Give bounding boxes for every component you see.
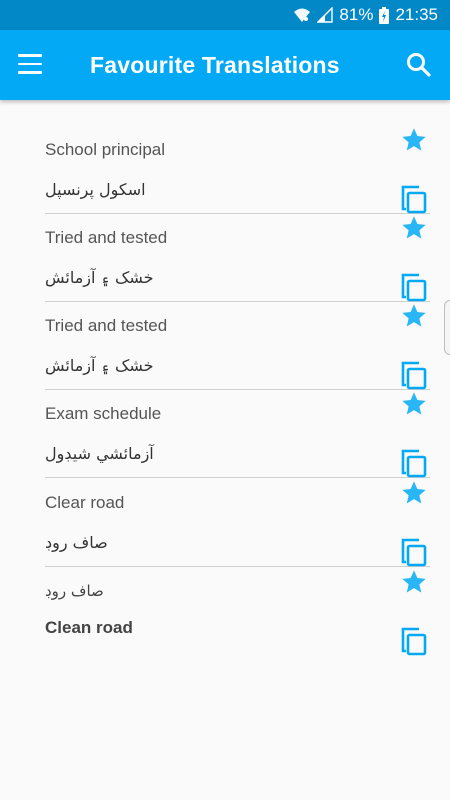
translation-text: خشک ۽ آزمائش xyxy=(45,268,154,287)
list-item: Exam schedule آزمائشي شيڊول xyxy=(45,390,430,478)
star-icon xyxy=(402,304,426,327)
copy-icon xyxy=(401,185,427,214)
source-text: Tried and tested xyxy=(45,228,168,247)
source-text: Tried and tested xyxy=(45,316,168,335)
menu-icon-line xyxy=(18,71,42,74)
favourite-star-button[interactable] xyxy=(400,390,428,418)
app-bar: Favourite Translations xyxy=(0,30,450,100)
status-bar: 81% 21:35 xyxy=(0,0,450,30)
translation-text: آزمائشي شيڊول xyxy=(45,444,154,463)
battery-percent: 81% xyxy=(339,5,374,24)
translation-text: Clean road xyxy=(45,618,133,637)
search-button[interactable] xyxy=(406,52,432,78)
source-text: School principal xyxy=(45,140,166,159)
copy-button[interactable] xyxy=(400,184,428,214)
copy-icon xyxy=(401,627,427,656)
source-text: Clear road xyxy=(45,493,125,512)
source-text: صاف روڊ xyxy=(45,582,104,600)
favourite-star-button[interactable] xyxy=(400,126,428,154)
favourite-star-button[interactable] xyxy=(400,302,428,330)
star-icon xyxy=(402,128,426,151)
copy-button[interactable] xyxy=(400,448,428,478)
list-item: Clear road صاف روڊ xyxy=(45,479,430,567)
list-item: Tried and tested خشک ۽ آزمائش xyxy=(45,302,430,390)
menu-icon-line xyxy=(18,54,42,57)
favourite-star-button[interactable] xyxy=(400,479,428,507)
copy-button[interactable] xyxy=(400,626,428,656)
favourite-star-button[interactable] xyxy=(400,568,428,596)
star-icon xyxy=(402,481,426,504)
search-icon xyxy=(407,53,431,77)
translation-text: خشک ۽ آزمائش xyxy=(45,356,154,375)
favourite-star-button[interactable] xyxy=(400,214,428,242)
star-icon xyxy=(402,392,426,415)
translation-text: صاف روڊ xyxy=(45,533,108,552)
copy-icon xyxy=(401,538,427,567)
copy-icon xyxy=(401,273,427,302)
copy-button[interactable] xyxy=(400,272,428,302)
translation-text: اسکول پرنسپل xyxy=(45,180,146,199)
copy-button[interactable] xyxy=(400,360,428,390)
list-item: Tried and tested خشک ۽ آزمائش xyxy=(45,214,430,302)
copy-button[interactable] xyxy=(400,537,428,567)
list-item: صاف روڊ Clean road xyxy=(45,568,430,656)
copy-icon xyxy=(401,449,427,478)
star-icon xyxy=(402,216,426,239)
menu-button[interactable] xyxy=(18,54,42,74)
signal-icon xyxy=(317,7,334,23)
copy-icon xyxy=(401,361,427,390)
list-item: School principal اسکول پرنسپل xyxy=(45,126,430,214)
scroll-edge-indicator[interactable] xyxy=(444,300,450,355)
source-text: Exam schedule xyxy=(45,404,162,423)
page-title: Favourite Translations xyxy=(90,52,340,78)
clock: 21:35 xyxy=(395,5,438,24)
battery-charging-icon xyxy=(379,6,390,24)
menu-icon-line xyxy=(18,62,42,65)
wifi-icon xyxy=(294,8,311,22)
star-icon xyxy=(402,570,426,593)
